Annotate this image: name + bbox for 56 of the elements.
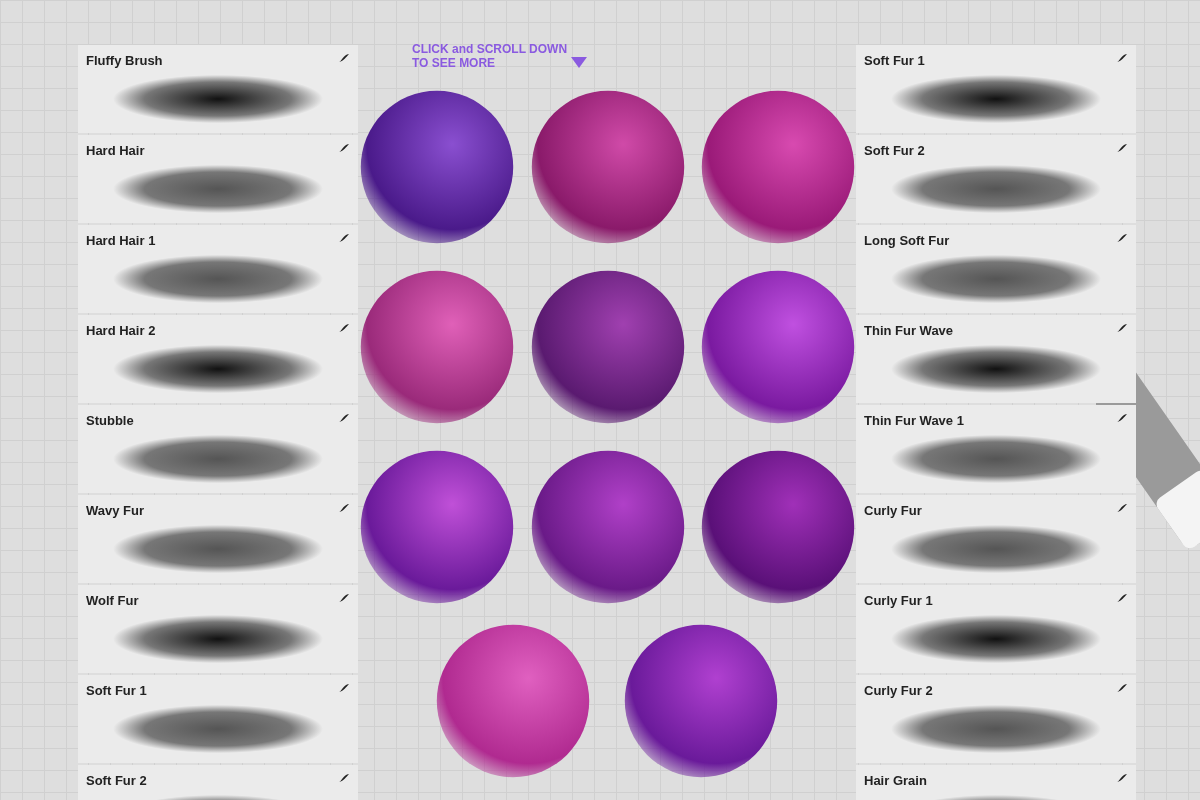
brush-name: Hard Hair: [86, 143, 145, 159]
brush-icon: [1116, 233, 1128, 243]
brush-item[interactable]: Wolf Fur: [78, 585, 358, 673]
brush-icon: [338, 683, 350, 693]
brush-icon: [1116, 683, 1128, 693]
brush-item[interactable]: Long Soft Fur: [856, 225, 1136, 313]
brush-icon: [338, 773, 350, 783]
brush-icon: [338, 323, 350, 333]
brush-icon: [1116, 413, 1128, 423]
brush-item[interactable]: Hard Hair 2: [78, 315, 358, 403]
brush-item[interactable]: Thin Fur Wave: [856, 315, 1136, 403]
brush-icon: [1116, 593, 1128, 603]
scroll-hint: CLICK and SCROLL DOWN TO SEE MORE: [412, 42, 568, 70]
brush-item[interactable]: Wavy Fur: [78, 495, 358, 583]
brush-name: Soft Fur 2: [86, 773, 147, 789]
brush-name: Hair Grain: [864, 773, 927, 789]
brush-name: Stubble: [86, 413, 134, 429]
brush-icon: [338, 233, 350, 243]
brush-item[interactable]: Hard Hair 1: [78, 225, 358, 313]
brush-name: Curly Fur 2: [864, 683, 933, 699]
brush-item[interactable]: Curly Fur 1: [856, 585, 1136, 673]
brush-icon: [338, 503, 350, 513]
brush-item[interactable]: Hard Hair: [78, 135, 358, 223]
brush-name: Curly Fur: [864, 503, 922, 519]
brush-item[interactable]: Soft Fur 2: [856, 135, 1136, 223]
brush-name: Fluffy Brush: [86, 53, 163, 69]
brush-name: Hard Hair 2: [86, 323, 156, 339]
brush-icon: [338, 413, 350, 423]
brush-item[interactable]: Fluffy Brush: [78, 45, 358, 133]
brush-item[interactable]: Thin Fur Wave 1: [856, 405, 1136, 493]
brush-name: Soft Fur 2: [864, 143, 925, 159]
brush-icon: [1116, 503, 1128, 513]
brush-name: Soft Fur 1: [86, 683, 147, 699]
brush-icon: [1116, 773, 1128, 783]
brush-item[interactable]: Soft Fur 2: [78, 765, 358, 800]
brush-icon: [1116, 323, 1128, 333]
down-triangle-icon: [571, 57, 588, 68]
brush-item[interactable]: Curly Fur: [856, 495, 1136, 583]
brush-name: Hard Hair 1: [86, 233, 156, 249]
brush-name: Long Soft Fur: [864, 233, 950, 249]
brush-item[interactable]: Stubble: [78, 405, 358, 493]
brush-name: Wolf Fur: [86, 593, 139, 609]
brush-name: Wavy Fur: [86, 503, 145, 519]
brush-item[interactable]: Soft Fur 1: [856, 45, 1136, 133]
brush-name: Curly Fur 1: [864, 593, 933, 609]
brush-icon: [338, 143, 350, 153]
brush-icon: [1116, 53, 1128, 63]
brush-icon: [338, 593, 350, 603]
brush-name: Thin Fur Wave 1: [864, 413, 964, 429]
brush-name: Soft Fur 1: [864, 53, 925, 69]
brush-icon: [338, 53, 350, 63]
brush-item[interactable]: Curly Fur 2: [856, 675, 1136, 763]
brush-item[interactable]: Soft Fur 1: [78, 675, 358, 763]
brush-name: Thin Fur Wave: [864, 323, 954, 339]
brush-item[interactable]: Hair Grain: [856, 765, 1136, 800]
brush-icon: [1116, 143, 1128, 153]
